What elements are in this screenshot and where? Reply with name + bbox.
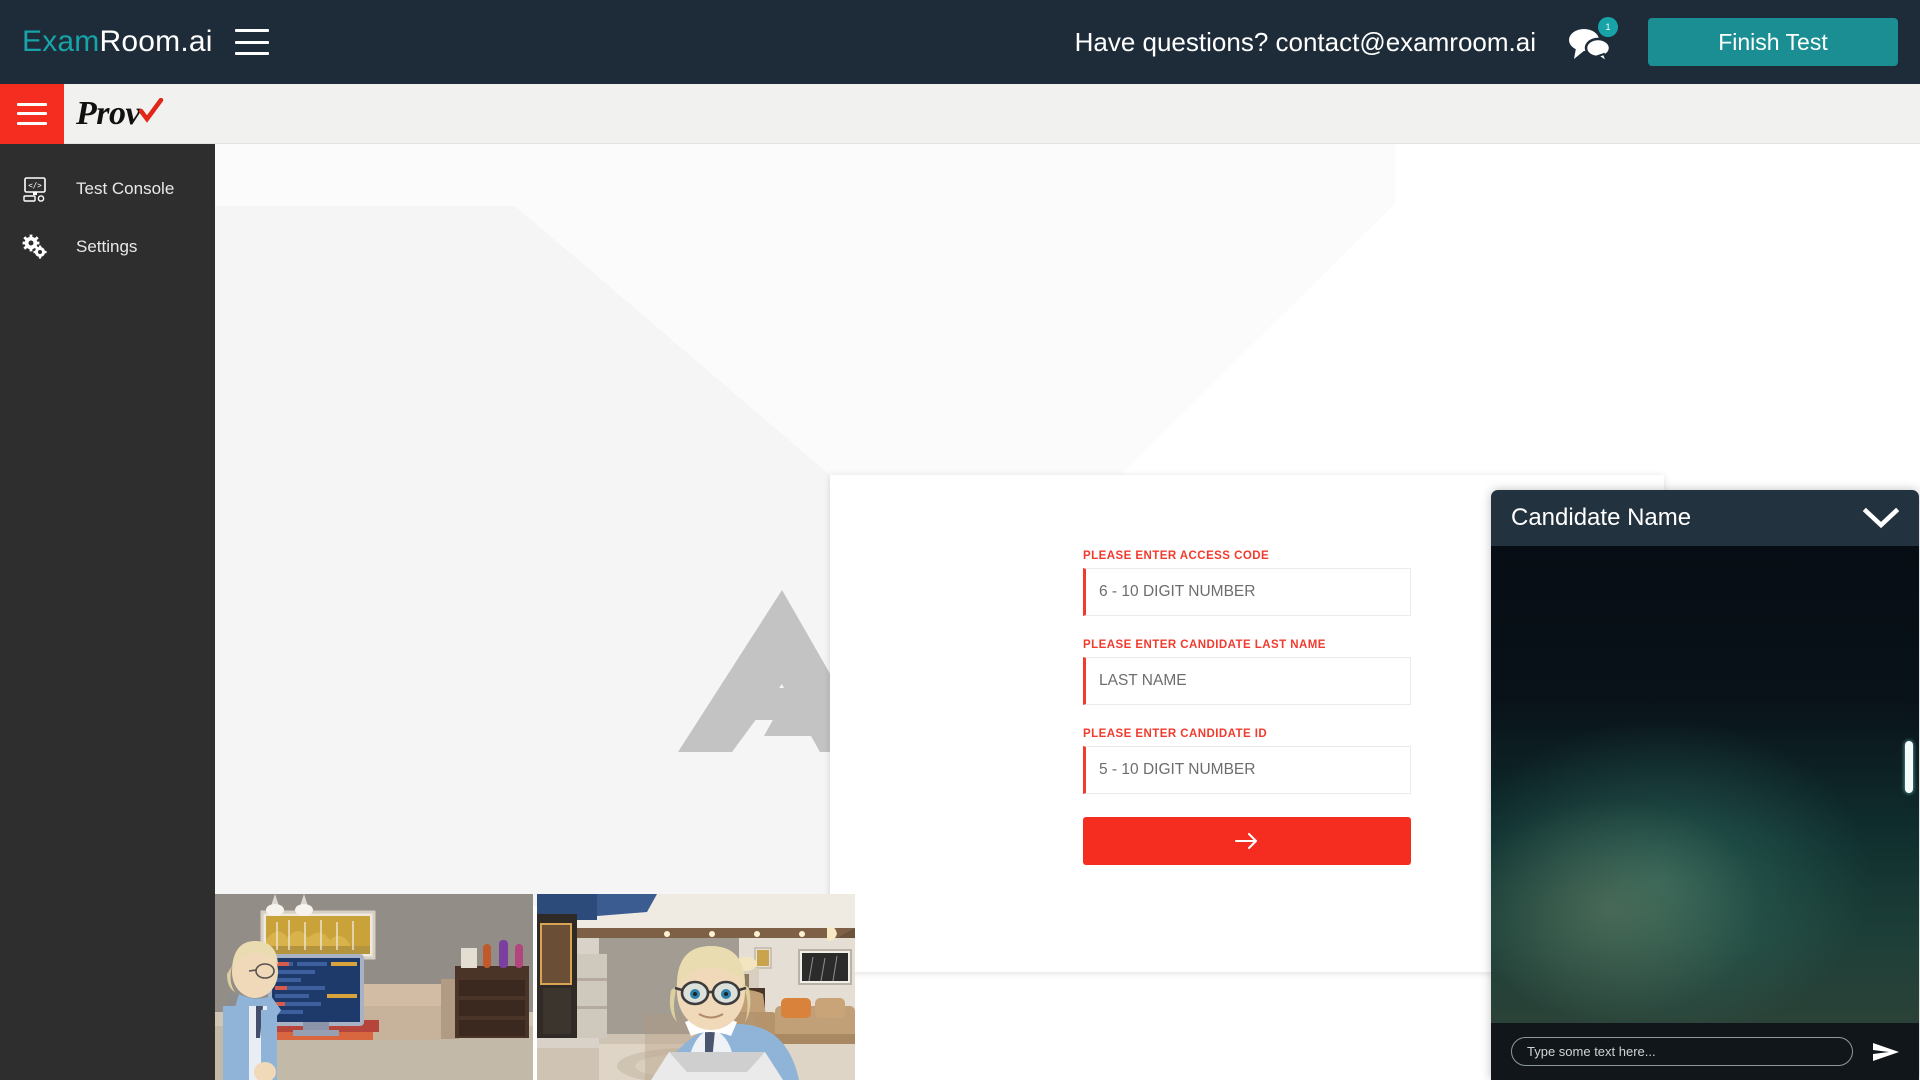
- candidate-id-field-group: PLEASE ENTER CANDIDATE ID: [1083, 728, 1411, 794]
- chat-panel-title: Candidate Name: [1511, 504, 1692, 531]
- hamburger-bar: [17, 102, 47, 106]
- chat-bubbles-icon[interactable]: 1: [1568, 17, 1618, 63]
- chat-panel-header[interactable]: Candidate Name: [1491, 490, 1919, 546]
- header-right-group: Have questions? contact@examroom.ai 1 Fi…: [1074, 17, 1920, 66]
- settings-gears-icon: [16, 234, 54, 260]
- sidebar-toggle-hamburger-icon[interactable]: [0, 83, 64, 144]
- candidate-chat-panel: Candidate Name: [1491, 490, 1919, 1080]
- access-code-input[interactable]: [1083, 568, 1411, 616]
- sidebar-item-label: Test Console: [76, 179, 175, 198]
- sidebar-top-spacer: [0, 144, 215, 160]
- sidebar-item-label: Settings: [76, 237, 138, 256]
- video-frame-2: [537, 894, 855, 1080]
- sidebar-item-test-console[interactable]: </> Test Console: [0, 160, 215, 218]
- send-arrow-icon: [1873, 1042, 1899, 1061]
- brand-secondary-text: Room.ai: [99, 25, 213, 58]
- gears-glyph: [22, 234, 47, 259]
- access-form: PLEASE ENTER ACCESS CODE PLEASE ENTER CA…: [1083, 550, 1411, 865]
- access-code-field-group: PLEASE ENTER ACCESS CODE: [1083, 550, 1411, 616]
- proctor-video-tile-2[interactable]: [537, 894, 855, 1080]
- hamburger-bar: [17, 112, 47, 115]
- sidebar-item-settings[interactable]: Settings: [0, 218, 215, 276]
- last-name-label: PLEASE ENTER CANDIDATE LAST NAME: [1083, 639, 1326, 651]
- chat-input-bar: [1491, 1023, 1919, 1080]
- chat-messages-area: [1491, 546, 1919, 1023]
- chat-scrollbar-thumb[interactable]: [1905, 741, 1913, 793]
- last-name-input[interactable]: [1083, 657, 1411, 705]
- candidate-id-input[interactable]: [1083, 746, 1411, 794]
- hamburger-bar: [234, 40, 269, 44]
- access-code-label: PLEASE ENTER ACCESS CODE: [1083, 550, 1270, 562]
- prov-logo-text: Prov: [76, 94, 141, 132]
- chat-scrollbar[interactable]: [1905, 546, 1913, 1023]
- send-message-button[interactable]: [1867, 1040, 1905, 1064]
- contact-text: Have questions? contact@examroom.ai: [1074, 26, 1536, 57]
- proctor-video-tile-1[interactable]: [215, 894, 533, 1080]
- left-sidebar: </> Test Console Settings: [0, 144, 215, 1080]
- brand-primary-text: Exam: [22, 25, 100, 58]
- hamburger-bars: [17, 102, 47, 125]
- top-hamburger-menu-icon[interactable]: [234, 29, 269, 55]
- prov-logo: Prov: [76, 95, 164, 133]
- proctor-video-strip: [215, 894, 855, 1080]
- chat-message-input[interactable]: [1511, 1037, 1853, 1066]
- video-frame-1: [215, 894, 533, 1080]
- secondary-bar: Prov: [0, 83, 1920, 144]
- finish-test-button[interactable]: Finish Test: [1648, 18, 1898, 66]
- top-header-bar: ExamRoom.ai Have questions? contact@exam…: [0, 0, 1920, 84]
- chevron-down-icon[interactable]: [1861, 505, 1901, 531]
- svg-text:</>: </>: [28, 181, 42, 190]
- monitor-code-glyph: </>: [23, 177, 46, 202]
- examroom-logo[interactable]: ExamRoom.ai: [22, 25, 213, 59]
- hamburger-bar: [234, 52, 269, 55]
- submit-button[interactable]: [1083, 817, 1411, 865]
- last-name-field-group: PLEASE ENTER CANDIDATE LAST NAME: [1083, 639, 1411, 705]
- chat-unread-badge: 1: [1598, 17, 1618, 37]
- hamburger-bar: [17, 121, 47, 125]
- checkmark-icon: [138, 97, 164, 123]
- arrow-right-icon: [1234, 832, 1258, 850]
- test-console-icon: </>: [16, 176, 54, 202]
- hamburger-bar: [234, 29, 269, 32]
- candidate-id-label: PLEASE ENTER CANDIDATE ID: [1083, 728, 1268, 740]
